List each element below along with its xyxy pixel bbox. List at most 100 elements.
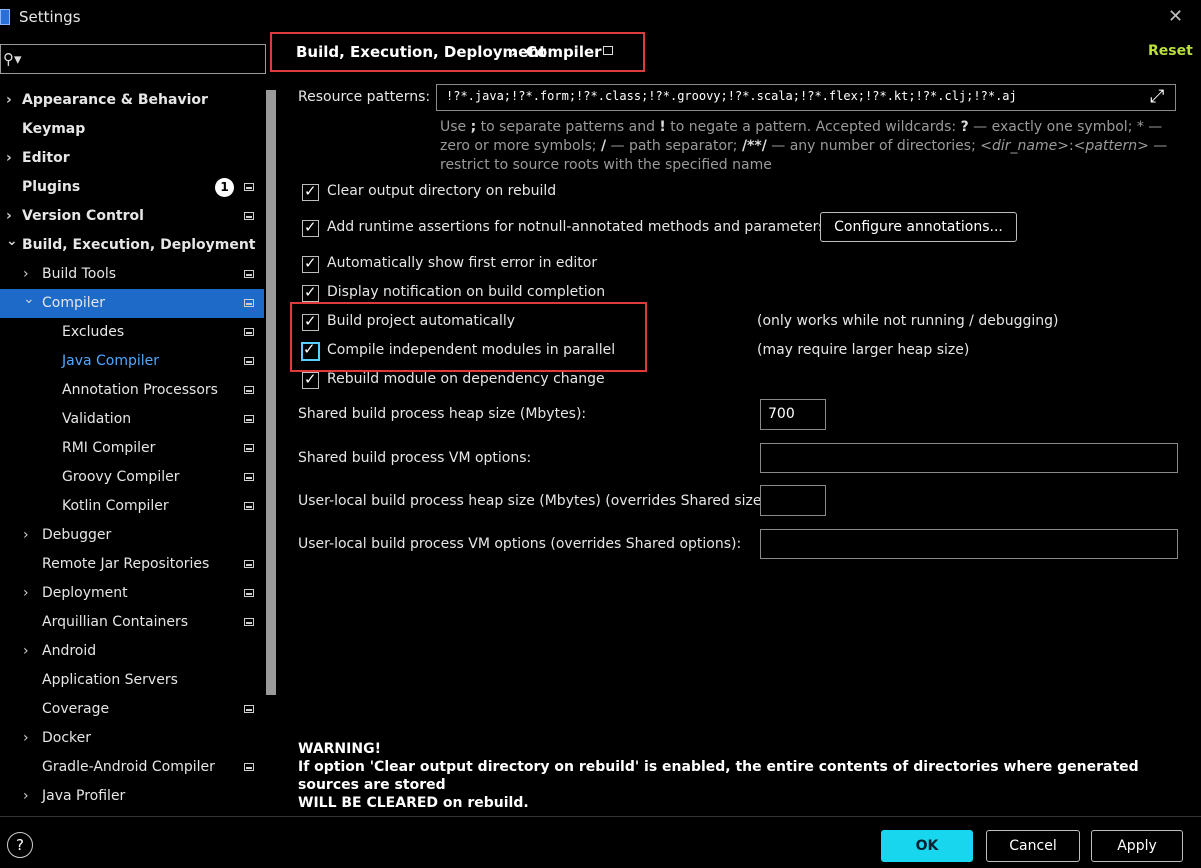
project-scope-icon [244, 589, 254, 597]
sidebar-item-label: Java Compiler [62, 353, 160, 369]
rebuild-dependency-label: Rebuild module on dependency change [327, 371, 605, 387]
sidebar-item[interactable]: › Appearance & Behavior [0, 86, 264, 115]
sidebar-item-label: Editor [22, 150, 70, 166]
sidebar-scrollbar[interactable] [266, 90, 276, 695]
sidebar-item[interactable]: Arquillian Containers [0, 608, 264, 637]
clear-output-checkbox[interactable] [302, 182, 319, 201]
local-heap-label: User-local build process heap size (Mbyt… [298, 493, 772, 509]
sidebar-item-label: Validation [62, 411, 132, 427]
project-scope-icon [244, 705, 254, 713]
sidebar-item-label: Version Control [22, 208, 144, 224]
show-first-error-checkbox[interactable] [302, 254, 319, 273]
settings-tree: › Appearance & Behavior Keymap › Editor Plugi… [0, 86, 264, 816]
configure-annotations-button[interactable]: Configure annotations... [820, 212, 1017, 242]
sidebar-item[interactable]: › Debugger [0, 521, 264, 550]
sidebar-item[interactable]: ⌄ Compiler [0, 289, 264, 318]
reset-link[interactable]: Reset [1148, 43, 1193, 59]
compile-parallel-checkbox[interactable] [301, 340, 320, 361]
sidebar-item-label: Keymap [22, 121, 86, 137]
chevron-right-icon[interactable]: › [23, 637, 29, 666]
chevron-down-icon[interactable]: ⌄ [23, 285, 35, 314]
breadcrumb-separator: › [511, 43, 518, 61]
sidebar-item[interactable]: RMI Compiler [0, 434, 264, 463]
search-icon: ⚲▾ [3, 50, 22, 68]
sidebar-item[interactable]: › Deployment [0, 579, 264, 608]
sidebar-item[interactable]: › Docker [0, 724, 264, 753]
notify-build-checkbox[interactable] [302, 283, 319, 302]
compile-parallel-label: Compile independent modules in parallel [327, 342, 616, 358]
resource-patterns-label: Resource patterns: [298, 89, 431, 105]
sidebar-item[interactable]: › Build Tools [0, 260, 264, 289]
compile-parallel-note: (may require larger heap size) [757, 342, 970, 358]
sidebar-item[interactable]: Remote Jar Repositories [0, 550, 264, 579]
sidebar-item[interactable]: › Version Control [0, 202, 264, 231]
project-scope-icon [244, 473, 254, 481]
vm-options-label: Shared build process VM options: [298, 450, 532, 466]
sidebar-item[interactable]: Coverage [0, 695, 264, 724]
sidebar-item[interactable]: Plugins 1 [0, 173, 264, 202]
local-heap-input[interactable] [760, 485, 826, 516]
sidebar-item[interactable]: ⌄ Build, Execution, Deployment [0, 231, 264, 260]
sidebar-item[interactable]: Groovy Compiler [0, 463, 264, 492]
sidebar-item[interactable]: Validation [0, 405, 264, 434]
footer-divider [0, 816, 1201, 817]
clear-output-label: Clear output directory on rebuild [327, 183, 557, 199]
chevron-right-icon[interactable]: › [23, 782, 29, 811]
sidebar-item-label: Build, Execution, Deployment [22, 237, 256, 253]
sidebar-item[interactable]: Keymap [0, 115, 264, 144]
sidebar-item-label: Debugger [42, 527, 112, 543]
project-scope-icon [244, 357, 254, 365]
heap-size-input[interactable]: 700 [760, 399, 826, 430]
rebuild-dependency-checkbox[interactable] [302, 370, 319, 389]
close-icon[interactable]: ✕ [1168, 6, 1183, 27]
sidebar-item[interactable]: Excludes [0, 318, 264, 347]
project-scope-icon [244, 415, 254, 423]
chevron-right-icon[interactable]: › [6, 86, 12, 115]
search-input[interactable] [0, 44, 266, 74]
heap-size-label: Shared build process heap size (Mbytes): [298, 406, 587, 422]
chevron-down-icon[interactable]: ⌄ [6, 227, 18, 256]
sidebar-item-label: Plugins [22, 179, 81, 195]
apply-button[interactable]: Apply [1091, 830, 1183, 862]
sidebar-item[interactable]: Java Compiler [0, 347, 264, 376]
help-button[interactable]: ? [7, 832, 33, 858]
sidebar-item-label: RMI Compiler [62, 440, 156, 456]
project-scope-icon [244, 502, 254, 510]
expand-icon[interactable]: ⤢ [1150, 86, 1164, 107]
sidebar-item-label: Gradle-Android Compiler [42, 759, 215, 775]
runtime-assertions-checkbox[interactable] [302, 218, 319, 237]
sidebar-item-label: Arquillian Containers [42, 614, 189, 630]
sidebar-item[interactable]: Annotation Processors [0, 376, 264, 405]
sidebar-item[interactable]: Application Servers [0, 666, 264, 695]
local-vm-input[interactable] [760, 529, 1178, 559]
chevron-right-icon[interactable]: › [23, 724, 29, 753]
project-scope-icon [244, 618, 254, 626]
resource-patterns-hint: Use ; to separate patterns and ! to nega… [440, 119, 1168, 173]
ok-button[interactable]: OK [881, 830, 973, 862]
sidebar-item-label: Annotation Processors [62, 382, 218, 398]
sidebar-item[interactable]: Kotlin Compiler [0, 492, 264, 521]
update-count-badge: 1 [215, 178, 234, 197]
project-scope-icon [244, 386, 254, 394]
project-scope-icon [603, 46, 613, 55]
build-automatically-note: (only works while not running / debuggin… [757, 313, 1059, 329]
title-bar [0, 0, 1201, 36]
resource-patterns-value: !?*.java;!?*.form;!?*.class;!?*.groovy;!… [446, 89, 1017, 103]
sidebar-item[interactable]: › Editor [0, 144, 264, 173]
chevron-right-icon[interactable]: › [23, 579, 29, 608]
cancel-button[interactable]: Cancel [986, 830, 1080, 862]
breadcrumb-parent[interactable]: Build, Execution, Deployment [296, 43, 546, 61]
warning-line-1: If option 'Clear output directory on reb… [298, 759, 1139, 793]
project-scope-icon [244, 183, 254, 191]
sidebar-item[interactable]: › Java Profiler [0, 782, 264, 811]
sidebar-item-label: Android [42, 643, 97, 659]
chevron-right-icon[interactable]: › [6, 144, 12, 173]
sidebar-item[interactable]: › Android [0, 637, 264, 666]
build-automatically-checkbox[interactable] [302, 312, 319, 331]
show-first-error-label: Automatically show first error in editor [327, 255, 598, 271]
sidebar-item[interactable]: Gradle-Android Compiler [0, 753, 264, 782]
project-scope-icon [244, 444, 254, 452]
sidebar-item-label: Build Tools [42, 266, 117, 282]
chevron-right-icon[interactable]: › [23, 521, 29, 550]
vm-options-input[interactable] [760, 443, 1178, 473]
